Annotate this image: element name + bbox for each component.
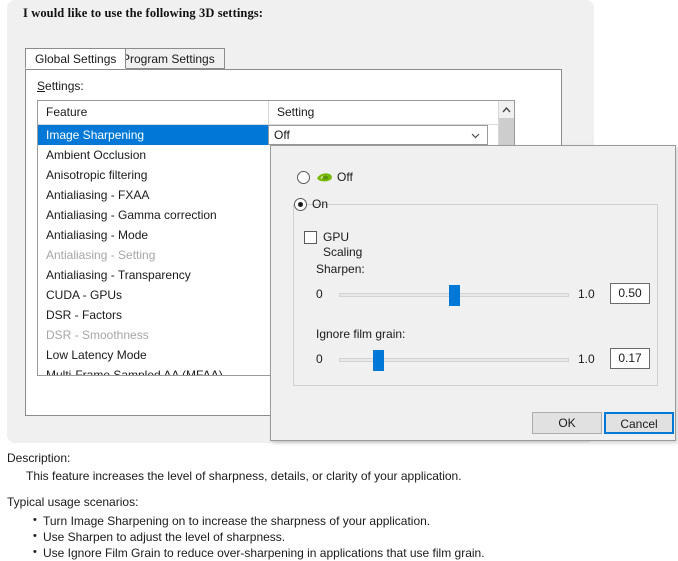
- image-sharpening-flyout: Off On GPU Scaling Sharpen: 0 1.0 0.50 I…: [270, 145, 676, 441]
- cancel-button[interactable]: Cancel: [604, 412, 674, 434]
- film-grain-slider[interactable]: [339, 348, 569, 374]
- on-option-group: On GPU Scaling Sharpen: 0 1.0 0.50 Ignor…: [293, 197, 658, 386]
- sharpen-value-field[interactable]: 0.50: [610, 283, 650, 304]
- chevron-up-icon: [502, 106, 511, 112]
- on-option-row[interactable]: On: [294, 197, 328, 213]
- column-header-feature[interactable]: Feature: [38, 101, 269, 124]
- tab-strip: Global Settings Program Settings: [25, 48, 562, 70]
- sharpen-slider[interactable]: [339, 283, 569, 309]
- sharpen-max-label: 1.0: [578, 287, 595, 301]
- description-text: This feature increases the level of shar…: [26, 469, 462, 483]
- sharpen-caption: Sharpen:: [316, 262, 365, 276]
- ok-button[interactable]: OK: [532, 412, 602, 434]
- film-grain-caption: Ignore film grain:: [316, 327, 406, 341]
- table-row[interactable]: Image Sharpening: [38, 125, 269, 145]
- setting-dropdown[interactable]: Off: [268, 125, 488, 145]
- on-option-label: On: [312, 197, 329, 211]
- tab-program-settings[interactable]: Program Settings: [112, 48, 225, 69]
- film-grain-max-label: 1.0: [578, 352, 595, 366]
- settings-label-rest: ettings:: [45, 79, 84, 93]
- sharpen-min-label: 0: [316, 287, 323, 301]
- gpu-scaling-label: GPU Scaling: [323, 230, 363, 259]
- chevron-down-icon[interactable]: [470, 130, 481, 141]
- film-grain-value-field[interactable]: 0.17: [610, 348, 650, 369]
- setting-dropdown-value: Off: [274, 128, 290, 142]
- on-radio-button[interactable]: [294, 198, 307, 211]
- sharpen-slider-row: 0 1.0 0.50: [316, 283, 650, 309]
- grid-header-row: Feature Setting: [38, 101, 514, 125]
- settings-label: Settings:: [37, 79, 84, 93]
- tab-global-settings[interactable]: Global Settings: [25, 48, 127, 69]
- nvidia-eye-logo-icon: [317, 173, 332, 182]
- off-radio-button[interactable]: [297, 171, 310, 184]
- film-grain-slider-row: 0 1.0 0.17: [316, 348, 650, 374]
- list-item: Turn Image Sharpening on to increase the…: [33, 512, 667, 529]
- film-grain-slider-thumb[interactable]: [373, 350, 385, 371]
- description-block: Description: This feature increases the …: [7, 450, 667, 561]
- list-item: Use Ignore Film Grain to reduce over-sha…: [33, 544, 667, 561]
- sharpen-slider-thumb[interactable]: [449, 285, 460, 306]
- column-header-setting[interactable]: Setting: [269, 101, 499, 124]
- description-title: Description:: [7, 451, 71, 465]
- usage-title: Typical usage scenarios:: [7, 495, 139, 509]
- off-option-label: Off: [337, 170, 353, 184]
- gpu-scaling-checkbox[interactable]: [304, 231, 317, 244]
- scroll-up-arrow-icon[interactable]: [499, 101, 514, 118]
- page-title: I would like to use the following 3D set…: [23, 6, 264, 20]
- film-grain-min-label: 0: [316, 352, 323, 366]
- usage-list: Turn Image Sharpening on to increase the…: [7, 512, 667, 561]
- list-item: Use Sharpen to adjust the level of sharp…: [33, 528, 667, 545]
